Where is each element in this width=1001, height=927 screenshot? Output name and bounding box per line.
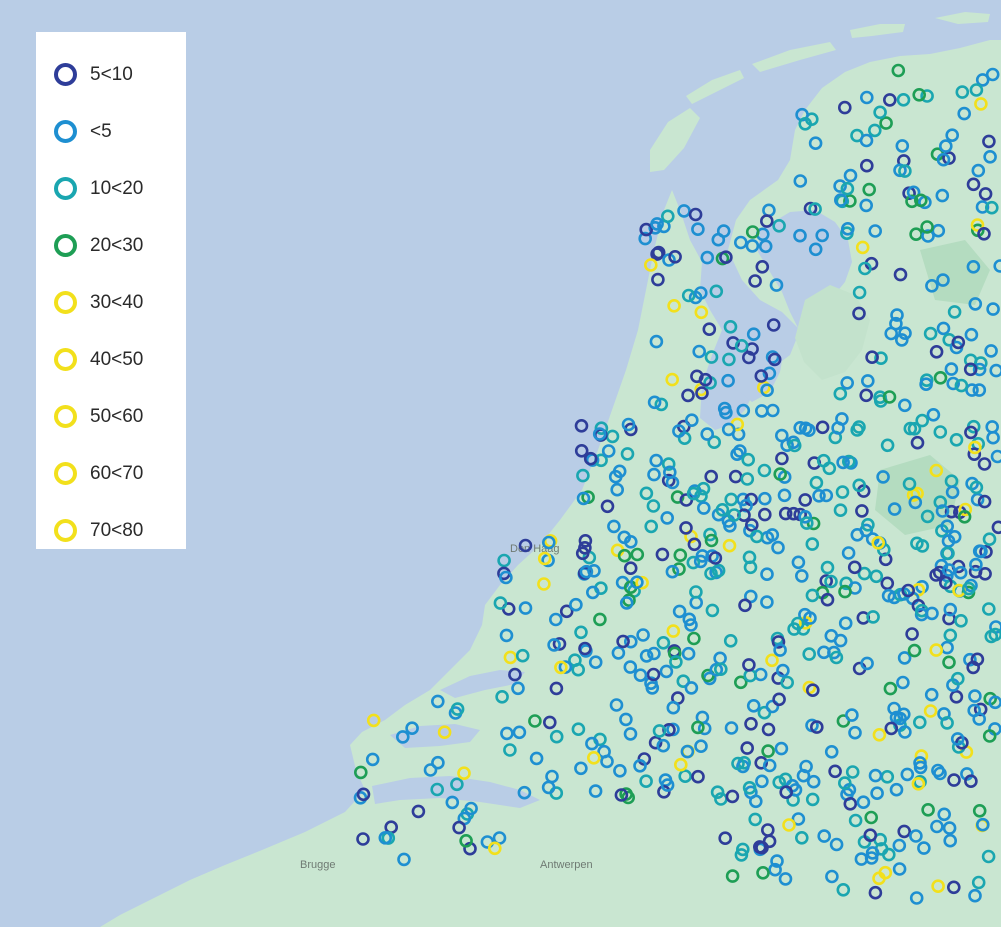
legend-item: 10<20 xyxy=(54,160,186,217)
legend-label: 60<70 xyxy=(90,462,144,484)
legend-label: 20<30 xyxy=(90,234,144,256)
legend: 5<10 <5 10<20 20<30 30<40 40<50 50<60 60… xyxy=(36,32,186,549)
legend-item: 20<30 xyxy=(54,217,186,274)
legend-label: 70<80 xyxy=(90,519,144,541)
legend-label: 30<40 xyxy=(90,291,144,313)
ring-icon xyxy=(54,462,77,485)
place-label-den-haag: Den Haag xyxy=(510,543,560,555)
legend-item: 60<70 xyxy=(54,445,186,502)
ring-icon xyxy=(54,120,77,143)
legend-item: 50<60 xyxy=(54,388,186,445)
ring-icon xyxy=(54,177,77,200)
legend-item: 5<10 xyxy=(54,46,186,103)
ring-icon xyxy=(54,63,77,86)
legend-item: <5 xyxy=(54,103,186,160)
ring-icon xyxy=(54,519,77,542)
legend-item: 70<80 xyxy=(54,502,186,559)
legend-label: 40<50 xyxy=(90,348,144,370)
ring-icon xyxy=(54,348,77,371)
legend-item: 40<50 xyxy=(54,331,186,388)
legend-label: 10<20 xyxy=(90,177,144,199)
ring-icon xyxy=(54,291,77,314)
place-label-brugge: Brugge xyxy=(300,859,335,871)
legend-item: 30<40 xyxy=(54,274,186,331)
ring-icon xyxy=(54,405,77,428)
legend-label: 5<10 xyxy=(90,63,133,85)
ring-icon xyxy=(54,234,77,257)
place-label-antwerpen: Antwerpen xyxy=(540,859,593,871)
legend-label: 50<60 xyxy=(90,405,144,427)
legend-label: <5 xyxy=(90,120,112,142)
